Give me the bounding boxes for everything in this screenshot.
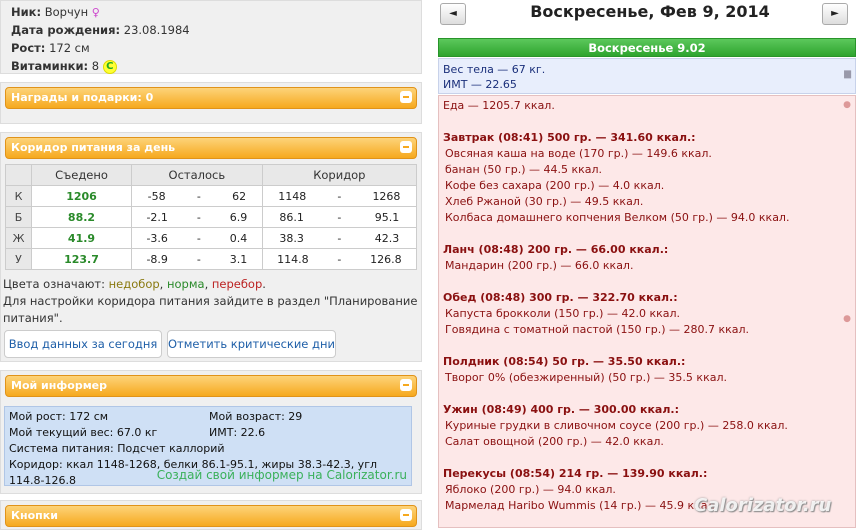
informer-header[interactable]: Мой информер [5, 375, 417, 397]
corridor-range: 38.3-42.3 [261, 227, 418, 249]
corridor-range: 86.1-95.1 [261, 206, 418, 228]
day-bar[interactable]: Воскресенье 9.02 [438, 38, 856, 57]
height-label: Рост: [11, 41, 46, 55]
corridor-range: 114.8-126.8 [261, 248, 418, 270]
informer-title: Мой информер [11, 379, 108, 392]
left-range: -58-62 [131, 185, 263, 207]
food-box: ● Еда — 1205.7 ккал. Завтрак (08:41) 500… [438, 95, 856, 528]
meal-title[interactable]: Ланч (08:48) 200 гр. — 66.00 ккал.: [443, 242, 851, 258]
list-item: Куриные грудки в сливочном соусе (200 гр… [445, 419, 788, 432]
list-item: Колбаса домашнего копчения Велком (50 гр… [445, 211, 790, 224]
awards-panel: Награды и подарки: 0 [0, 82, 422, 124]
vitamins-value: 8 [91, 59, 100, 73]
corridor-table: Съедено Осталось Коридор К 1206 -58-62 1… [5, 164, 418, 270]
row-label: К [5, 185, 32, 207]
trash-icon[interactable]: ▆ [844, 69, 851, 79]
list-item: Творог 0% (обезжиренный) (50 гр.) — 35.5… [445, 371, 727, 384]
meal-title[interactable]: Полдник (08:54) 50 гр. — 35.50 ккал.: [443, 354, 851, 370]
vitamin-c-icon[interactable]: C [102, 59, 117, 74]
diary-date-title: Воскресенье, Фев 9, 2014 [530, 2, 770, 21]
list-item: Овсяная каша на воде (170 гр.) — 149.6 к… [445, 147, 712, 160]
legend-over: перебор [211, 277, 263, 291]
list-item: Капуста брокколи (150 гр.) — 42.0 ккал. [445, 307, 681, 320]
corridor-panel: Коридор питания за день Съедено Осталось… [0, 132, 422, 362]
next-day-button[interactable]: ► [822, 3, 848, 25]
birth-label: Дата рождения: [11, 23, 121, 37]
col-eaten: Съедено [31, 164, 132, 186]
left-range: -2.1-6.9 [131, 206, 263, 228]
table-row: К 1206 -58-62 1148-1268 [5, 185, 418, 207]
corridor-title: Коридор питания за день [11, 141, 176, 154]
list-item: банан (50 гр.) — 44.5 ккал. [445, 163, 603, 176]
informer-card[interactable]: Мой рост: 172 см Мой возраст: 29 Мой теку… [4, 406, 412, 487]
buttons-panel: Кнопки [0, 500, 422, 530]
venus-icon: ♀ [91, 6, 100, 19]
input-today-button[interactable]: Ввод данных за сегодня [4, 330, 162, 358]
legend-norm: норма [166, 277, 205, 291]
corner-cell [5, 164, 32, 186]
informer-height: Мой рост: 172 см [9, 410, 109, 423]
meal-title[interactable]: Перекусы (08:54) 214 гр. — 139.90 ккал.: [443, 466, 851, 482]
col-corridor: Коридор [261, 164, 418, 186]
collapse-icon[interactable] [400, 379, 412, 391]
diary-column: ◄ Воскресенье, Фев 9, 2014 ► Воскресенье… [430, 0, 856, 528]
table-row: У 123.7 -8.9-3.1 114.8-126.8 [5, 248, 418, 270]
informer-link[interactable]: Создай свой информер на Calorizator.ru [157, 468, 407, 482]
collapse-icon[interactable] [400, 509, 412, 521]
legend-under: недобор [108, 277, 160, 291]
table-row: Ж 41.9 -3.6-0.4 38.3-42.3 [5, 227, 418, 249]
informer-weight: Мой текущий вес: 67.0 кг [9, 426, 158, 439]
row-label: Ж [5, 227, 32, 249]
food-total: Еда — 1205.7 ккал. [443, 99, 555, 112]
list-item: Хлеб Ржаной (30 гр.) — 49.5 ккал. [445, 195, 644, 208]
eaten-value: 1206 [31, 185, 132, 207]
informer-bmi: ИМТ: 22.6 [209, 426, 266, 439]
birth-value: 23.08.1984 [123, 23, 190, 37]
left-range: -3.6-0.4 [131, 227, 263, 249]
list-item: Говядина с томатной пастой (150 гр.) — 2… [445, 323, 750, 336]
row-label: Б [5, 206, 32, 228]
informer-age: Мой возраст: 29 [209, 410, 303, 423]
mark-critical-days-button[interactable]: Отметить критические дни [167, 330, 336, 358]
awards-title: Награды и подарки: 0 [11, 91, 154, 104]
col-left: Осталось [131, 164, 263, 186]
meal-title[interactable]: Обед (08:48) 300 гр. — 322.70 ккал.: [443, 290, 851, 306]
eaten-value: 88.2 [31, 206, 132, 228]
corridor-header[interactable]: Коридор питания за день [5, 137, 417, 159]
awards-header[interactable]: Награды и подарки: 0 [5, 87, 417, 109]
collapse-icon[interactable] [400, 91, 412, 103]
watermark-logo: Calorizator.ru [694, 495, 832, 516]
vitamins-label: Витаминки: [11, 59, 89, 73]
profile-panel: Ник: Ворчун ♀ Дата рождения: 23.08.1984 … [0, 0, 422, 74]
left-column: Ник: Ворчун ♀ Дата рождения: 23.08.1984 … [0, 0, 424, 530]
colors-legend: Цвета означают: недобор, норма, перебор. [3, 277, 266, 291]
bmi-value: ИМТ — 22.65 [443, 78, 517, 91]
meal-title[interactable]: Завтрак (08:41) 500 гр. — 341.60 ккал.: [443, 130, 851, 146]
buttons-title: Кнопки [11, 509, 58, 522]
list-item: Мандарин (200 гр.) — 66.0 ккал. [445, 259, 634, 272]
height-value: 172 см [49, 41, 90, 55]
corridor-note-1: Для настройки коридора питания зайдите в… [3, 294, 418, 308]
informer-system: Система питания: Подсчет каллорий [9, 442, 225, 455]
corridor-range: 1148-1268 [261, 185, 418, 207]
buttons-header[interactable]: Кнопки [5, 505, 417, 527]
left-range: -8.9-3.1 [131, 248, 263, 270]
eaten-value: 123.7 [31, 248, 132, 270]
pin-icon[interactable]: ● [843, 314, 851, 324]
table-row: Б 88.2 -2.1-6.9 86.1-95.1 [5, 206, 418, 228]
eaten-value: 41.9 [31, 227, 132, 249]
nick-value[interactable]: Ворчун [45, 5, 88, 19]
list-item: Салат овощной (200 гр.) — 42.0 ккал. [445, 435, 664, 448]
corridor-note-2: питания". [3, 311, 63, 325]
collapse-icon[interactable] [400, 141, 412, 153]
weight-box: Вес тела — 67 кг. ИМТ — 22.65 ▆ [438, 58, 856, 94]
row-label: У [5, 248, 32, 270]
nick-label: Ник: [11, 5, 42, 19]
meal-title[interactable]: Ужин (08:49) 400 гр. — 300.00 ккал.: [443, 402, 851, 418]
prev-day-button[interactable]: ◄ [440, 3, 466, 25]
pin-icon[interactable]: ● [843, 100, 851, 110]
body-weight: Вес тела — 67 кг. [443, 63, 546, 76]
list-item: Кофе без сахара (200 гр.) — 4.0 ккал. [445, 179, 665, 192]
